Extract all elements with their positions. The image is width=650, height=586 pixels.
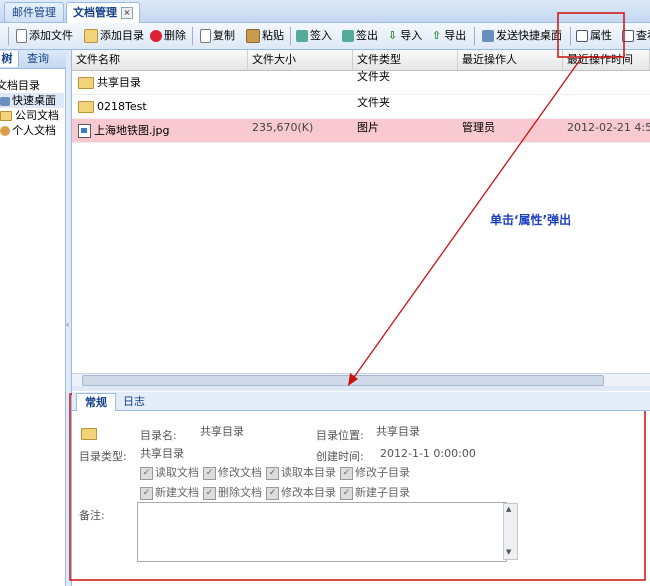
created-time-label: 创建时间: xyxy=(316,450,364,463)
annotation-text: 单击‘属性’弹出 xyxy=(490,213,572,227)
dir-type-value: 共享目录 xyxy=(140,447,184,460)
perm-label: 修改本目录 xyxy=(281,486,336,499)
detail-tabs: 常规 日志 xyxy=(72,392,650,411)
checkbox-checked-icon[interactable]: ✓ xyxy=(340,486,353,500)
perm-modify-dir[interactable]: ✓ 修改本目录 xyxy=(266,486,336,500)
checkbox-checked-icon[interactable]: ✓ xyxy=(340,466,353,480)
dir-location-value: 共享目录 xyxy=(376,425,420,438)
tab-log[interactable]: 日志 xyxy=(118,393,150,410)
highlight-box-properties xyxy=(557,12,625,58)
perm-new-subdir[interactable]: ✓ 新建子目录 xyxy=(340,486,410,500)
perm-label: 读取本目录 xyxy=(281,466,336,479)
dir-type-label: 目录类型: xyxy=(79,450,127,463)
perm-delete-doc[interactable]: ✓ 删除文档 xyxy=(203,486,262,500)
created-time-value: 2012-1-1 0:00:00 xyxy=(380,447,476,460)
dir-location-label: 目录位置: xyxy=(316,429,364,442)
perm-read-doc[interactable]: ✓ 读取文档 xyxy=(140,466,199,480)
dir-name-label: 目录名: xyxy=(140,429,177,442)
perm-label: 删除文档 xyxy=(218,486,262,499)
checkbox-checked-icon[interactable]: ✓ xyxy=(266,486,279,500)
folder-icon xyxy=(81,428,97,440)
tab-general[interactable]: 常规 xyxy=(76,393,116,411)
remark-textarea[interactable] xyxy=(137,502,507,562)
checkbox-checked-icon[interactable]: ✓ xyxy=(140,466,153,480)
scroll-down-icon[interactable]: ▼ xyxy=(506,548,511,556)
perm-new-doc[interactable]: ✓ 新建文档 xyxy=(140,486,199,500)
checkbox-checked-icon[interactable]: ✓ xyxy=(203,466,216,480)
perm-modify-doc[interactable]: ✓ 修改文档 xyxy=(203,466,262,480)
perm-label: 修改文档 xyxy=(218,466,262,479)
arrow-head-icon xyxy=(348,373,358,386)
checkbox-checked-icon[interactable]: ✓ xyxy=(266,466,279,480)
permission-row-2: ✓ 新建文档 ✓ 删除文档 ✓ 修改本目录 ✓ 新建子目录 xyxy=(140,484,414,500)
perm-label: 读取文档 xyxy=(155,466,199,479)
perm-label: 新建文档 xyxy=(155,486,199,499)
scroll-up-icon[interactable]: ▲ xyxy=(506,505,511,513)
checkbox-checked-icon[interactable]: ✓ xyxy=(203,486,216,500)
perm-modify-subdir[interactable]: ✓ 修改子目录 xyxy=(340,466,410,480)
dir-name-value: 共享目录 xyxy=(200,425,244,438)
checkbox-checked-icon[interactable]: ✓ xyxy=(140,486,153,500)
permission-row-1: ✓ 读取文档 ✓ 修改文档 ✓ 读取本目录 ✓ 修改子目录 xyxy=(140,464,414,480)
remark-label: 备注: xyxy=(79,509,105,522)
remark-scrollbar[interactable]: ▲ ▼ xyxy=(503,503,518,560)
perm-label: 新建子目录 xyxy=(355,486,410,499)
perm-read-dir[interactable]: ✓ 读取本目录 xyxy=(266,466,336,480)
perm-label: 修改子目录 xyxy=(355,466,410,479)
